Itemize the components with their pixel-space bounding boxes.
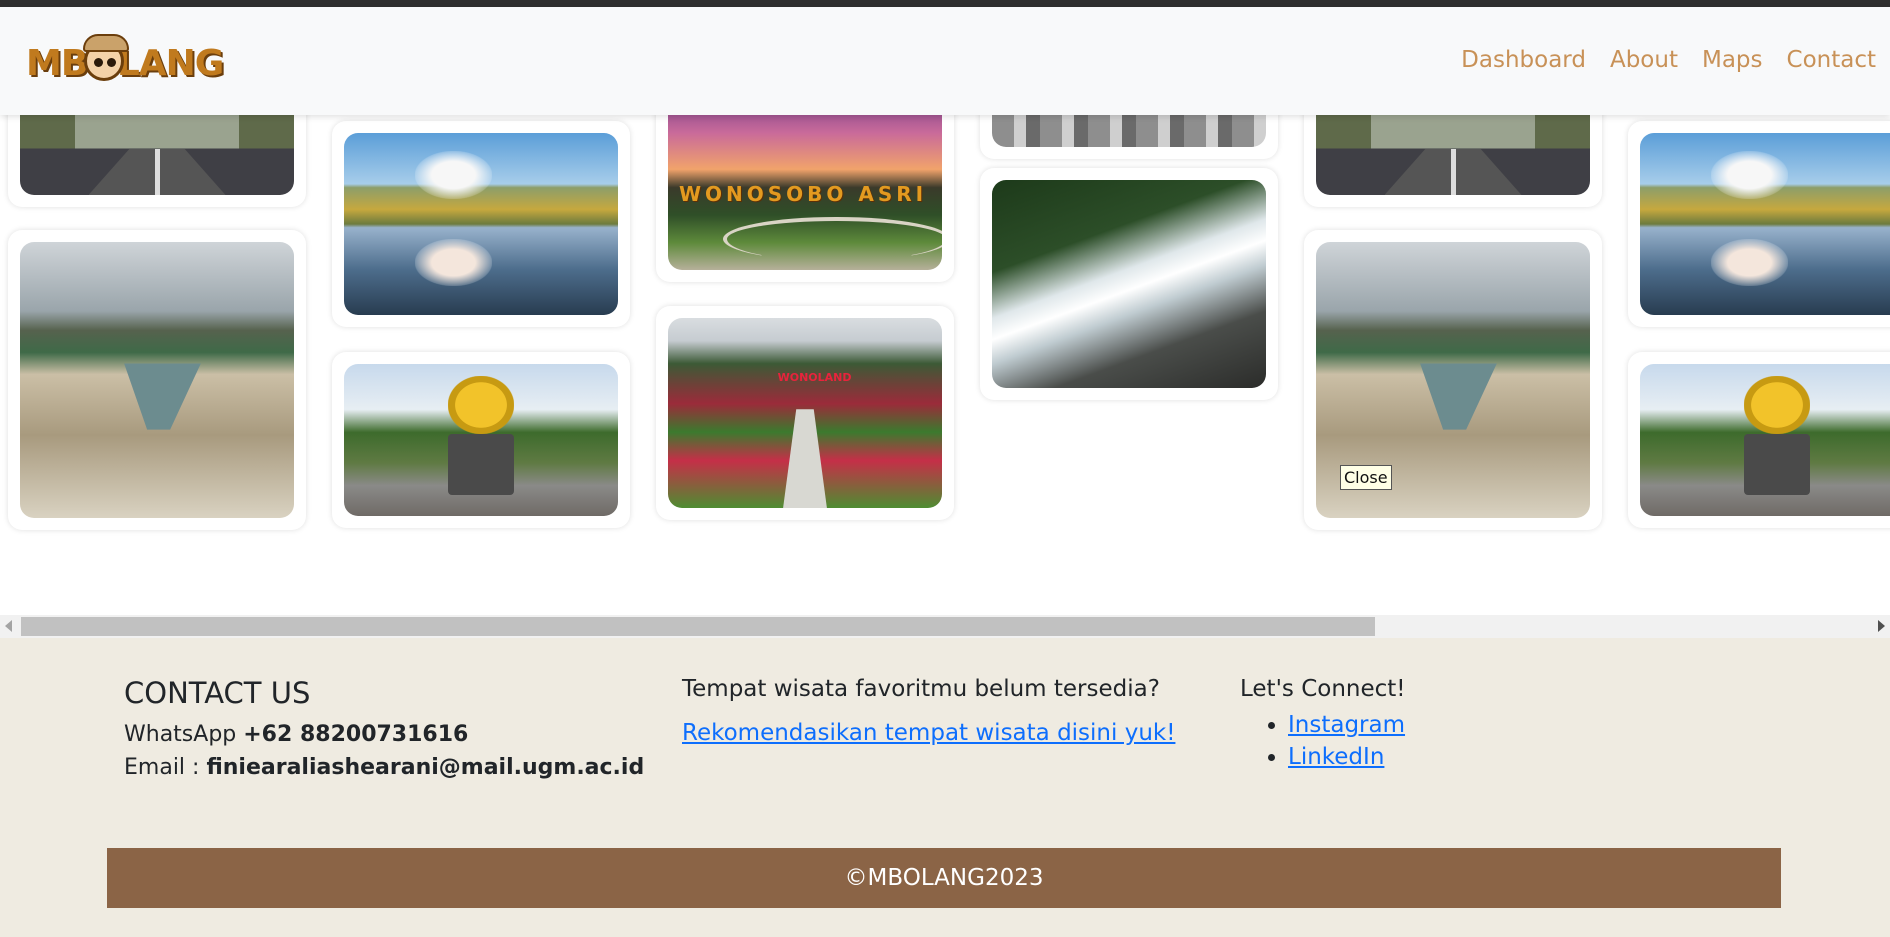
- photo-tile-pattern[interactable]: [992, 115, 1266, 147]
- gallery-card[interactable]: [656, 306, 954, 520]
- photo-gallery[interactable]: WONOSOBO ASRI Close: [0, 115, 1890, 615]
- footer-connect: Let's Connect! Instagram LinkedIn: [1240, 676, 1406, 776]
- photo-durian-monument[interactable]: [344, 364, 618, 516]
- contact-title: CONTACT US: [124, 676, 311, 710]
- gallery-card[interactable]: [980, 168, 1278, 400]
- contact-whatsapp: WhatsApp +62 88200731616: [124, 722, 644, 747]
- scrollbar-thumb[interactable]: [21, 617, 1375, 636]
- logo-mascot-icon: [83, 34, 129, 81]
- whatsapp-label: WhatsApp: [124, 722, 237, 747]
- nav-dashboard[interactable]: Dashboard: [1461, 47, 1586, 73]
- horizontal-scrollbar[interactable]: [0, 615, 1890, 638]
- contact-email: Email : finiearaliashearani@mail.ugm.ac.…: [124, 755, 644, 780]
- brand-logo[interactable]: MBOLANG: [26, 34, 232, 91]
- gallery-card[interactable]: [332, 121, 630, 327]
- recommend-title: Tempat wisata favoritmu belum tersedia?: [682, 676, 1160, 702]
- footer-recommend: Tempat wisata favoritmu belum tersedia? …: [682, 676, 1175, 746]
- nav-maps[interactable]: Maps: [1702, 47, 1763, 73]
- footer: CONTACT US WhatsApp +62 88200731616 Emai…: [0, 638, 1890, 937]
- email-label: Email :: [124, 755, 200, 780]
- close-tooltip: Close: [1340, 465, 1392, 490]
- gallery-card[interactable]: [332, 352, 630, 528]
- photo-lake-steam[interactable]: [1640, 133, 1890, 315]
- footer-contact: CONTACT US WhatsApp +62 88200731616 Emai…: [124, 676, 644, 788]
- photo-lake-steam[interactable]: [344, 133, 618, 315]
- photo-wonoland-garden[interactable]: [668, 318, 942, 508]
- copyright-text: ©MBOLANG2023: [844, 865, 1044, 891]
- gallery-card[interactable]: [1304, 115, 1602, 207]
- email-address: finiearaliashearani@mail.ugm.ac.id: [206, 755, 645, 780]
- list-item: Instagram: [1288, 712, 1406, 738]
- scroll-right-arrow-icon[interactable]: [1878, 620, 1885, 632]
- gallery-card[interactable]: [8, 115, 306, 207]
- instagram-link[interactable]: Instagram: [1288, 712, 1405, 738]
- nav-about[interactable]: About: [1610, 47, 1678, 73]
- connect-title: Let's Connect!: [1240, 676, 1406, 702]
- scroll-left-arrow-icon[interactable]: [5, 620, 12, 632]
- gallery-card[interactable]: [1628, 121, 1890, 327]
- window-top-border: [0, 0, 1890, 7]
- photo-waterfall[interactable]: [992, 180, 1266, 388]
- gallery-card[interactable]: [1628, 352, 1890, 528]
- navbar: MBOLANG Dashboard About Maps Contact: [0, 7, 1890, 115]
- linkedin-link[interactable]: LinkedIn: [1288, 744, 1384, 770]
- gallery-card[interactable]: [8, 230, 306, 530]
- gallery-card[interactable]: [980, 115, 1278, 159]
- sunset-sign-text: WONOSOBO ASRI: [678, 182, 928, 207]
- gallery-card[interactable]: WONOSOBO ASRI: [656, 115, 954, 282]
- nav-contact[interactable]: Contact: [1787, 47, 1876, 73]
- photo-wonosobo-sunset[interactable]: WONOSOBO ASRI: [668, 115, 942, 270]
- recommend-link[interactable]: Rekomendasikan tempat wisata disini yuk!: [682, 720, 1175, 746]
- photo-durian-monument[interactable]: [1640, 364, 1890, 516]
- social-links: Instagram LinkedIn: [1240, 712, 1406, 770]
- photo-gate-road[interactable]: [20, 115, 294, 195]
- photo-gate-road[interactable]: [1316, 115, 1590, 195]
- whatsapp-number: +62 88200731616: [243, 722, 469, 747]
- nav-links: Dashboard About Maps Contact: [1461, 47, 1876, 73]
- list-item: LinkedIn: [1288, 744, 1406, 770]
- copyright-bar: ©MBOLANG2023: [107, 848, 1781, 908]
- photo-rock-lake[interactable]: [20, 242, 294, 518]
